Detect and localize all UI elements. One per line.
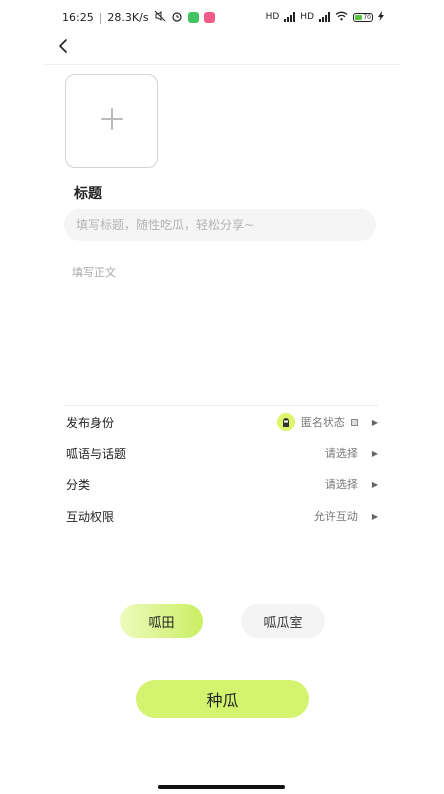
setting-value-group: 匿名状态 ▶ [276, 413, 378, 431]
status-left: 16:25 | 28.3K/s [62, 10, 215, 25]
chevron-left-icon [57, 38, 69, 57]
alarm-icon [171, 10, 183, 25]
plus-icon [100, 107, 124, 135]
setting-value-group: 请选择 ▶ [325, 476, 378, 492]
setting-value: 匿名状态 [300, 416, 345, 429]
header-divider [44, 64, 400, 65]
setting-category[interactable]: 分类 请选择 ▶ [66, 472, 378, 496]
status-bar: 16:25 | 28.3K/s HD HD 70 [0, 0, 444, 34]
segment-option-selected[interactable]: 呱田 [120, 604, 203, 638]
status-right: HD HD 70 [265, 10, 384, 24]
setting-value: 请选择 [324, 447, 358, 460]
setting-value: 请选择 [324, 478, 358, 491]
title-input[interactable] [64, 209, 376, 241]
battery-icon: 70 [353, 12, 373, 22]
upload-image-button[interactable] [65, 74, 158, 168]
back-button[interactable] [52, 36, 74, 58]
segment-option[interactable]: 呱瓜室 [241, 604, 325, 638]
app-badge-icon [203, 11, 215, 23]
setting-interaction[interactable]: 互动权限 允许互动 ▶ [66, 504, 378, 528]
signal-icon [319, 12, 330, 22]
setting-label: 发布身份 [66, 415, 115, 430]
triangle-right-icon: ▶ [371, 511, 378, 521]
signal-icon [284, 12, 296, 22]
body-input[interactable] [64, 256, 376, 396]
triangle-right-icon: ▶ [371, 448, 378, 458]
home-indicator [158, 785, 285, 789]
setting-value-group: 请选择 ▶ [325, 445, 378, 461]
setting-label: 分类 [66, 477, 91, 492]
setting-identity[interactable]: 发布身份 匿名状态 ▶ [66, 410, 378, 434]
mute-icon [154, 10, 166, 25]
status-time: 16:25 [62, 10, 94, 24]
network-label: HD [300, 12, 314, 22]
toggle-square-icon [350, 418, 358, 426]
battery-level: 70 [363, 13, 371, 21]
setting-label: 互动权限 [66, 509, 115, 524]
network-label: HD [265, 12, 280, 22]
wifi-icon [335, 11, 348, 24]
triangle-right-icon: ▶ [371, 479, 378, 489]
setting-label: 呱语与话题 [66, 446, 127, 461]
setting-value-group: 允许互动 ▶ [314, 508, 378, 524]
app-badge-icon [187, 11, 199, 23]
setting-value: 允许互动 [313, 510, 358, 523]
setting-topic[interactable]: 呱语与话题 请选择 ▶ [66, 441, 378, 465]
anonymous-avatar-icon [276, 413, 295, 431]
title-label: 标题 [74, 186, 102, 202]
submit-button[interactable]: 种瓜 [136, 680, 309, 718]
status-speed: 28.3K/s [107, 10, 149, 24]
status-separator: | [98, 10, 103, 24]
charging-icon [378, 10, 384, 24]
triangle-right-icon: ▶ [371, 417, 378, 427]
settings-divider [64, 405, 378, 406]
